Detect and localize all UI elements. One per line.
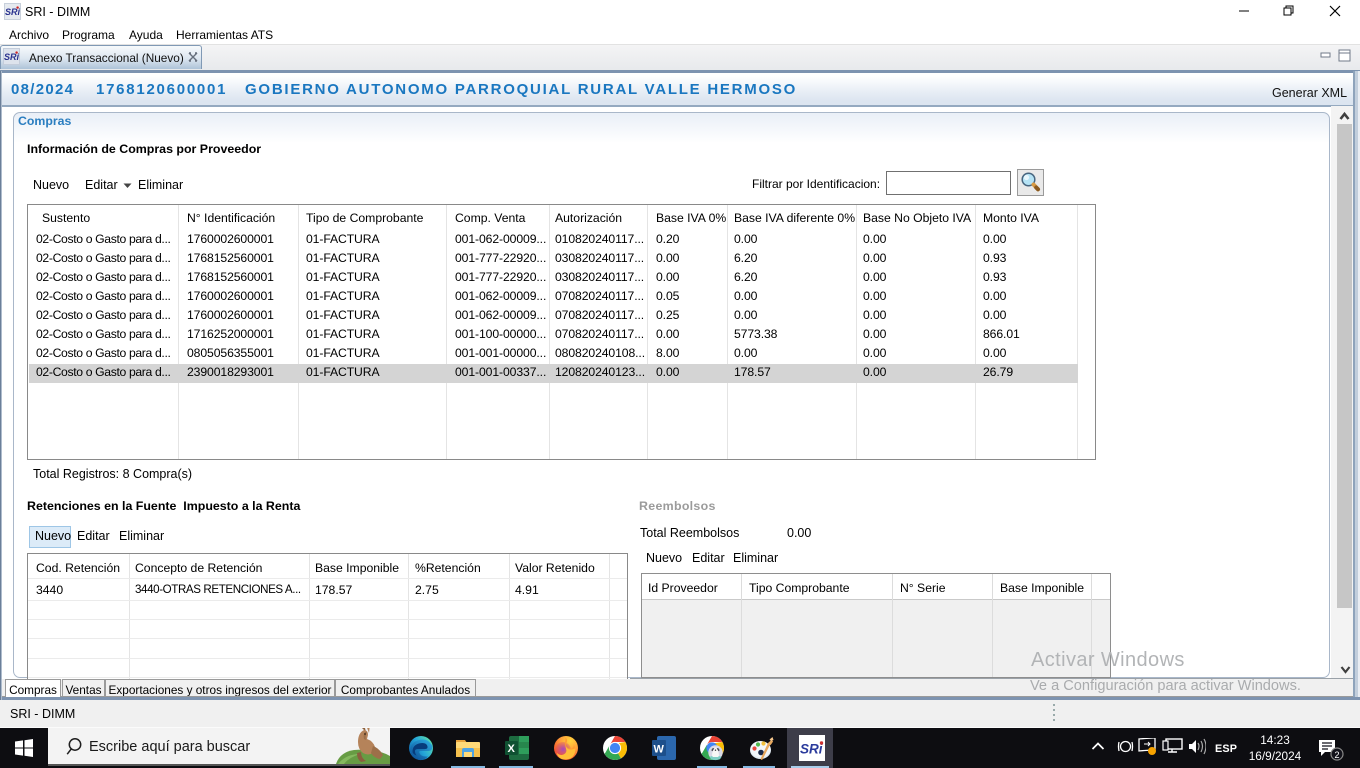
svg-text:W: W — [654, 744, 665, 756]
svg-text:X: X — [508, 743, 516, 755]
svg-text:2: 2 — [1335, 750, 1340, 760]
svg-text:SRi: SRi — [800, 742, 823, 757]
